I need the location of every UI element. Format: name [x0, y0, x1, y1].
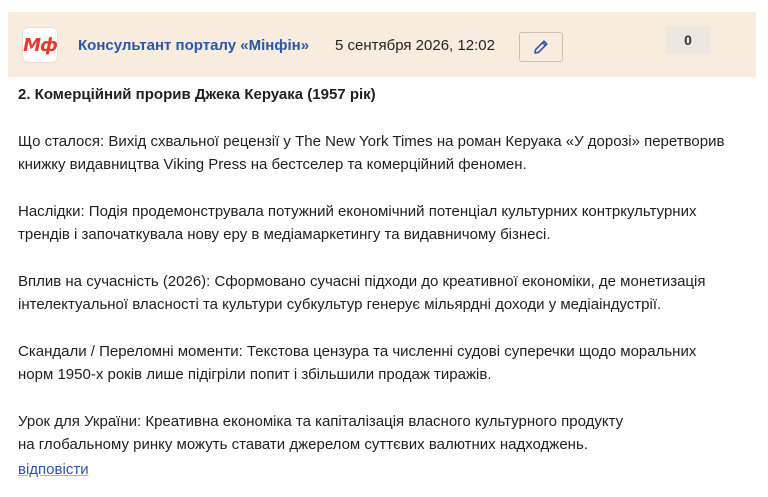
minfin-logo: Мф: [22, 27, 58, 63]
paragraph-modern-impact: Вплив на сучасність (2026): Сформовано с…: [18, 270, 758, 316]
rating-counter[interactable]: 0: [666, 26, 710, 54]
pencil-icon: [534, 40, 548, 54]
comment-date: 5 сентября 2026, 12:02: [335, 37, 495, 54]
paragraph-line: норм 1950-х років лише підігріли попит і…: [18, 366, 492, 383]
post-title: 2. Комерційний прорив Джека Керуака (195…: [18, 86, 376, 103]
paragraph-line: трендів і започаткувала нову еру в медіа…: [18, 226, 551, 243]
paragraph-line: Скандали / Переломні моменти: Текстова ц…: [18, 343, 697, 360]
comment-header: Мф Консультант порталу «Мінфін» 5 сентяб…: [8, 12, 756, 77]
comment-body: 2. Комерційний прорив Джека Керуака (195…: [18, 83, 758, 481]
paragraph-line: Урок для України: Креативна економіка та…: [18, 413, 624, 430]
paragraph-what-happened: Що сталося: Вихід схвальної рецензії у T…: [18, 130, 758, 176]
paragraph-line: на глобальному ринку можуть ставати джер…: [18, 436, 588, 453]
edit-button[interactable]: [519, 32, 563, 62]
author-name[interactable]: Консультант порталу «Мінфін»: [78, 37, 309, 54]
paragraph-scandals: Скандали / Переломні моменти: Текстова ц…: [18, 340, 758, 386]
paragraph-line: інтелектуальної власності та культури су…: [18, 296, 662, 313]
logo-text: Мф: [23, 34, 58, 56]
paragraph-line: Наслідки: Подія продемонструвала потужни…: [18, 203, 697, 220]
paragraph-line: Що сталося: Вихід схвальної рецензії у T…: [18, 133, 725, 150]
reply-link[interactable]: відповісти: [18, 458, 89, 481]
paragraph-line: книжку видавництва Viking Press на бестс…: [18, 156, 527, 173]
paragraph-lesson: Урок для України: Креативна економіка та…: [18, 410, 758, 456]
paragraph-line: Вплив на сучасність (2026): Сформовано с…: [18, 273, 706, 290]
paragraph-consequences: Наслідки: Подія продемонструвала потужни…: [18, 200, 758, 246]
